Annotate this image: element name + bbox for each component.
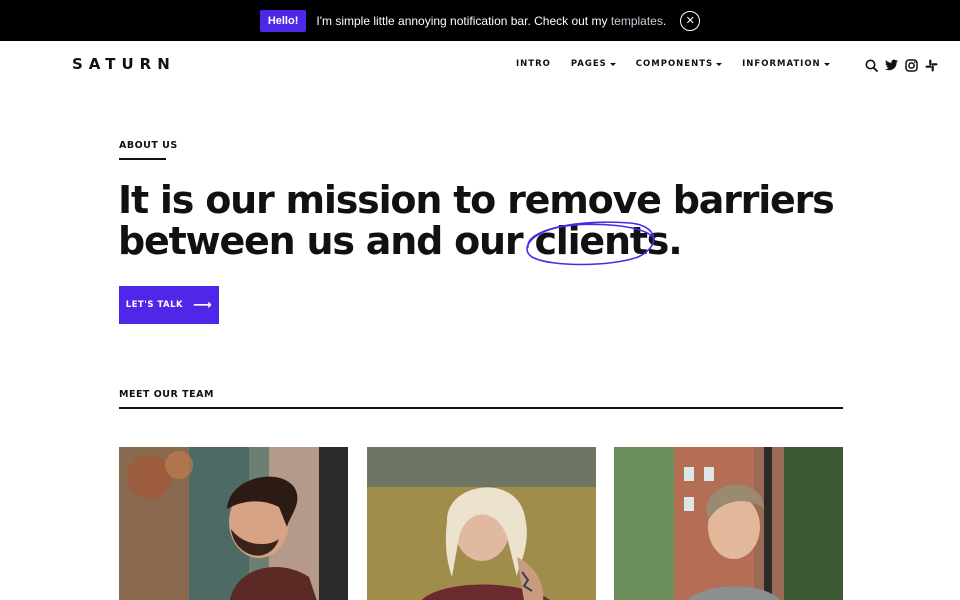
- headline-line-2: between us and our clients.: [118, 221, 838, 266]
- site-header: SATURN INTRO PAGES COMPONENTS INFORMATIO…: [0, 41, 960, 89]
- nav-item-information[interactable]: INFORMATION: [742, 59, 830, 69]
- highlighted-word: clients: [526, 221, 669, 266]
- logo[interactable]: SATURN: [72, 55, 176, 73]
- team-divider: [119, 407, 843, 409]
- slack-icon[interactable]: [924, 58, 938, 72]
- chevron-down-icon: [716, 62, 723, 66]
- notification-badge: Hello!: [259, 9, 307, 32]
- team-photo-3[interactable]: [614, 447, 843, 600]
- notification-bar: Hello! I'm simple little annoying notifi…: [0, 0, 960, 41]
- main-nav: INTRO PAGES COMPONENTS INFORMATION: [516, 59, 850, 69]
- search-icon[interactable]: [864, 58, 878, 72]
- templates-link[interactable]: templates: [611, 14, 663, 28]
- team-photo-1[interactable]: [119, 447, 348, 600]
- headline-line-1: It is our mission to remove barriers: [118, 178, 835, 222]
- instagram-icon[interactable]: [904, 58, 918, 72]
- chevron-down-icon: [823, 62, 830, 66]
- chevron-down-icon: [609, 62, 616, 66]
- twitter-icon[interactable]: [884, 58, 898, 72]
- eyebrow-underline: [119, 158, 166, 160]
- close-icon[interactable]: ✕: [680, 10, 701, 31]
- arrow-right-icon: ⟶: [193, 297, 213, 313]
- team-photo-2[interactable]: [367, 447, 596, 600]
- nav-item-intro[interactable]: INTRO: [516, 59, 551, 69]
- notification-message: I'm simple little annoying notification …: [316, 13, 667, 28]
- about-us-label: ABOUT US: [119, 140, 178, 151]
- mission-headline: It is our mission to remove barriers bet…: [118, 178, 838, 266]
- lets-talk-button[interactable]: LET'S TALK ⟶: [119, 286, 219, 324]
- team-section-title: MEET OUR TEAM: [119, 389, 214, 400]
- scribble-circle-icon: [526, 221, 656, 266]
- nav-item-components[interactable]: COMPONENTS: [636, 59, 723, 69]
- social-icons: [864, 58, 944, 72]
- nav-item-pages[interactable]: PAGES: [571, 59, 616, 69]
